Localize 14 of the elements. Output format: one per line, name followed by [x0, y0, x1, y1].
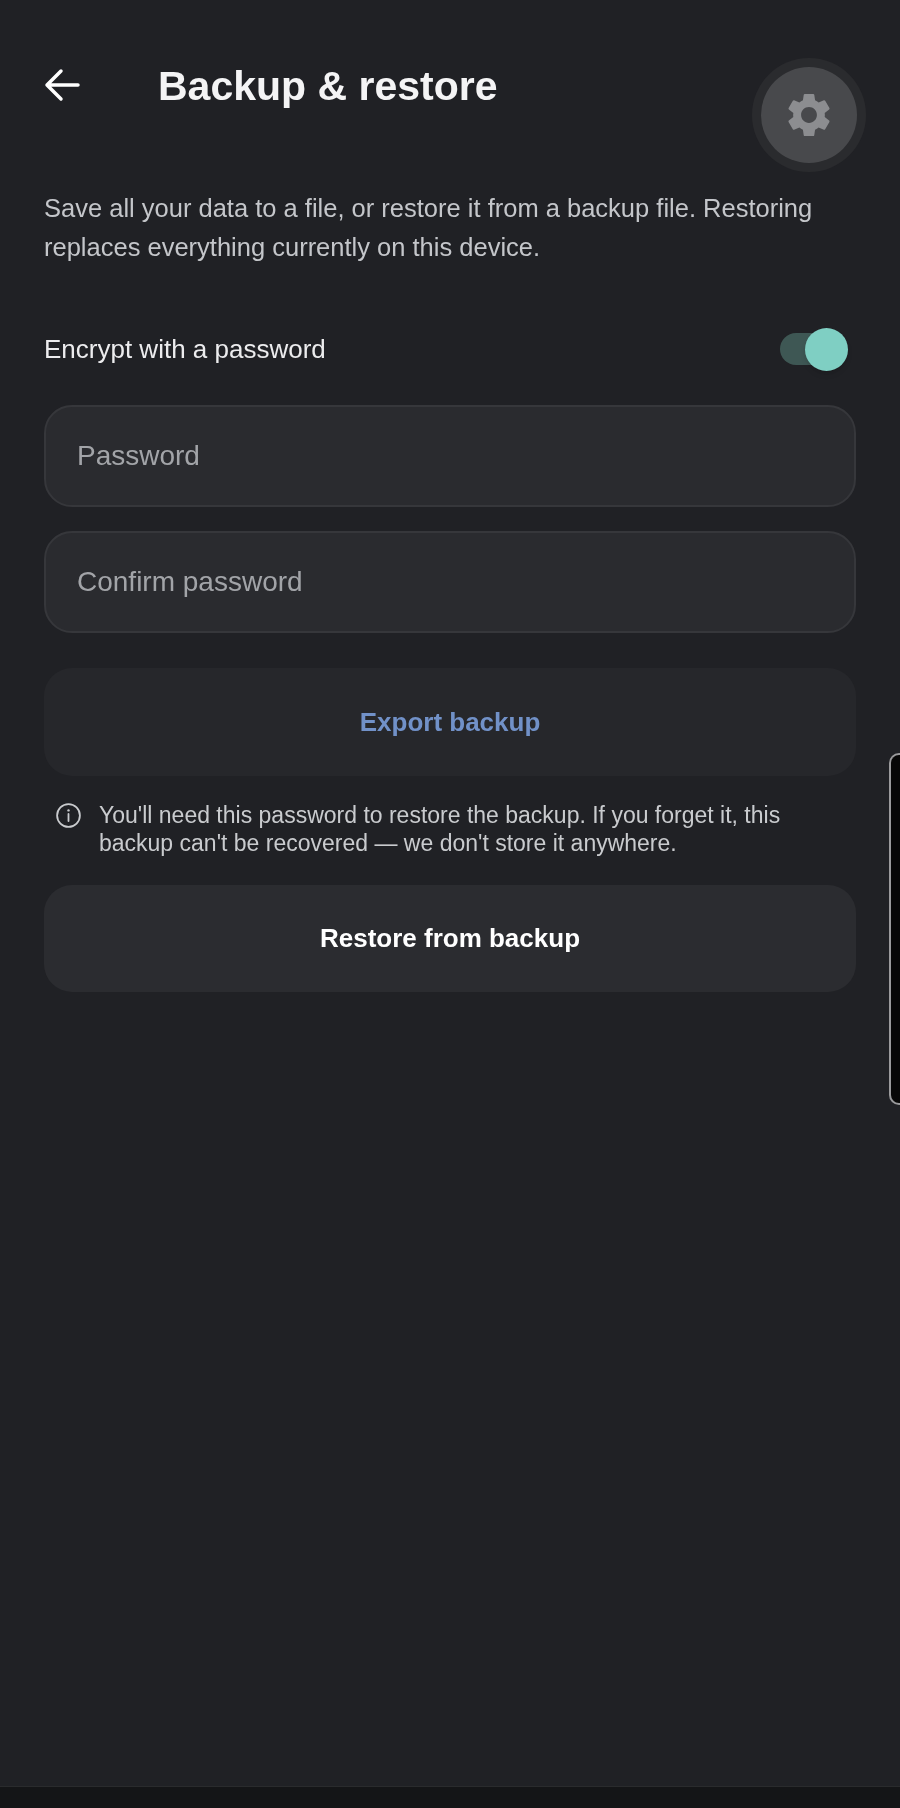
settings-icon [787, 93, 831, 137]
page-title: Backup & restore [158, 63, 498, 109]
info-icon [56, 803, 81, 828]
encrypt-label: Encrypt with a password [44, 332, 326, 366]
back-button[interactable] [44, 68, 80, 102]
password-notice-text: You'll need this password to restore the backup. If you forget it, this backup can't be recovered — we don't store it anywhere. [99, 801, 782, 857]
back-arrow-icon [44, 68, 80, 102]
toggle-switch[interactable] [780, 327, 848, 371]
edge-panel-handle[interactable] [889, 753, 900, 1105]
export-backup-button[interactable]: Export backup [44, 668, 856, 776]
password-field[interactable]: Password [44, 405, 856, 507]
description-text: Save all your data to a file, or restore it from a backup file. Restoring replaces everything currently on this device. [44, 193, 814, 263]
restore-backup-button[interactable]: Restore from backup [44, 885, 856, 992]
password-field[interactable]: Confirm password [44, 531, 856, 633]
